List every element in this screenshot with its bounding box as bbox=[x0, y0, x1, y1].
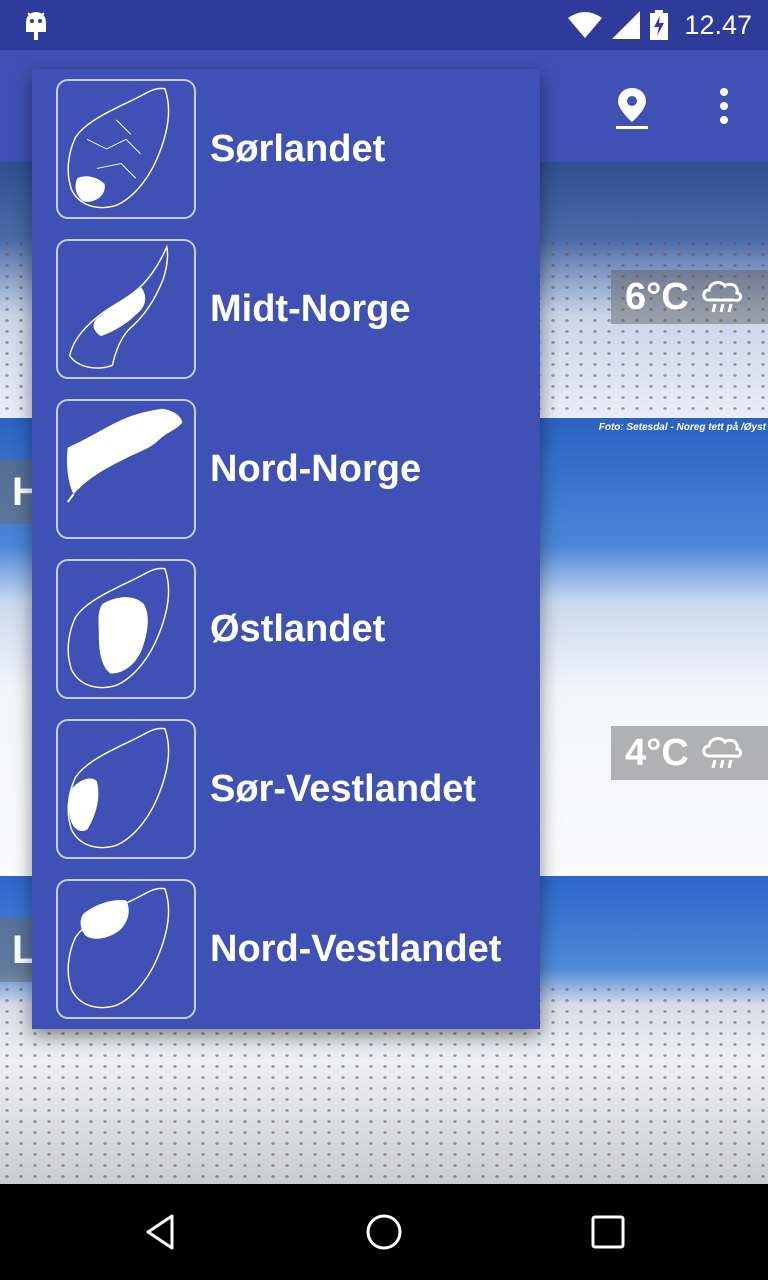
location-pin-icon[interactable] bbox=[612, 86, 652, 130]
status-bar: 12.47 bbox=[0, 0, 768, 50]
norway-map-nord-vestlandet-icon bbox=[56, 879, 196, 1019]
menu-item-label: Nord-Norge bbox=[210, 448, 422, 490]
status-time: 12.47 bbox=[684, 9, 752, 40]
norway-map-sorlandet-icon bbox=[56, 79, 196, 219]
overflow-menu-icon[interactable] bbox=[712, 86, 736, 126]
norway-map-ostlandet-icon bbox=[56, 559, 196, 699]
temperature-badge: 6°C bbox=[611, 270, 768, 324]
temperature-value: 6°C bbox=[625, 275, 689, 318]
menu-item-label: Østlandet bbox=[210, 608, 386, 650]
menu-item-ostlandet[interactable]: Østlandet bbox=[32, 549, 540, 709]
menu-item-sor-vestlandet[interactable]: Sør-Vestlandet bbox=[32, 709, 540, 869]
wifi-icon bbox=[568, 12, 603, 38]
menu-item-sorlandet[interactable]: Sørlandet bbox=[32, 69, 540, 229]
home-icon[interactable] bbox=[364, 1212, 404, 1252]
region-dropdown-menu: Sørlandet Midt-Norge Nord-Norge Østlande… bbox=[32, 69, 540, 1029]
menu-item-label: Sør-Vestlandet bbox=[210, 768, 477, 810]
menu-item-label: Nord-Vestlandet bbox=[210, 928, 502, 970]
signal-icon bbox=[612, 11, 641, 39]
system-nav-bar bbox=[0, 1184, 768, 1280]
menu-item-label: Midt-Norge bbox=[210, 288, 411, 330]
rain-cloud-icon bbox=[702, 281, 742, 313]
norway-map-nord-norge-icon bbox=[56, 399, 196, 539]
menu-item-label: Sørlandet bbox=[210, 128, 386, 170]
battery-charging-icon bbox=[650, 10, 669, 40]
norway-map-sor-vestlandet-icon bbox=[56, 719, 196, 859]
back-icon[interactable] bbox=[140, 1212, 180, 1252]
menu-item-midt-norge[interactable]: Midt-Norge bbox=[32, 229, 540, 389]
photo-credit: Foto: Setesdal - Noreg tett på /Øyst bbox=[598, 422, 766, 433]
menu-item-nord-norge[interactable]: Nord-Norge bbox=[32, 389, 540, 549]
temperature-badge: 4°C bbox=[611, 726, 768, 780]
norway-map-midt-norge-icon bbox=[56, 239, 196, 379]
menu-item-nord-vestlandet[interactable]: Nord-Vestlandet bbox=[32, 869, 540, 1029]
android-icon bbox=[26, 12, 46, 40]
recents-icon[interactable] bbox=[588, 1212, 628, 1252]
rain-cloud-icon bbox=[702, 737, 742, 769]
temperature-value: 4°C bbox=[625, 731, 689, 774]
